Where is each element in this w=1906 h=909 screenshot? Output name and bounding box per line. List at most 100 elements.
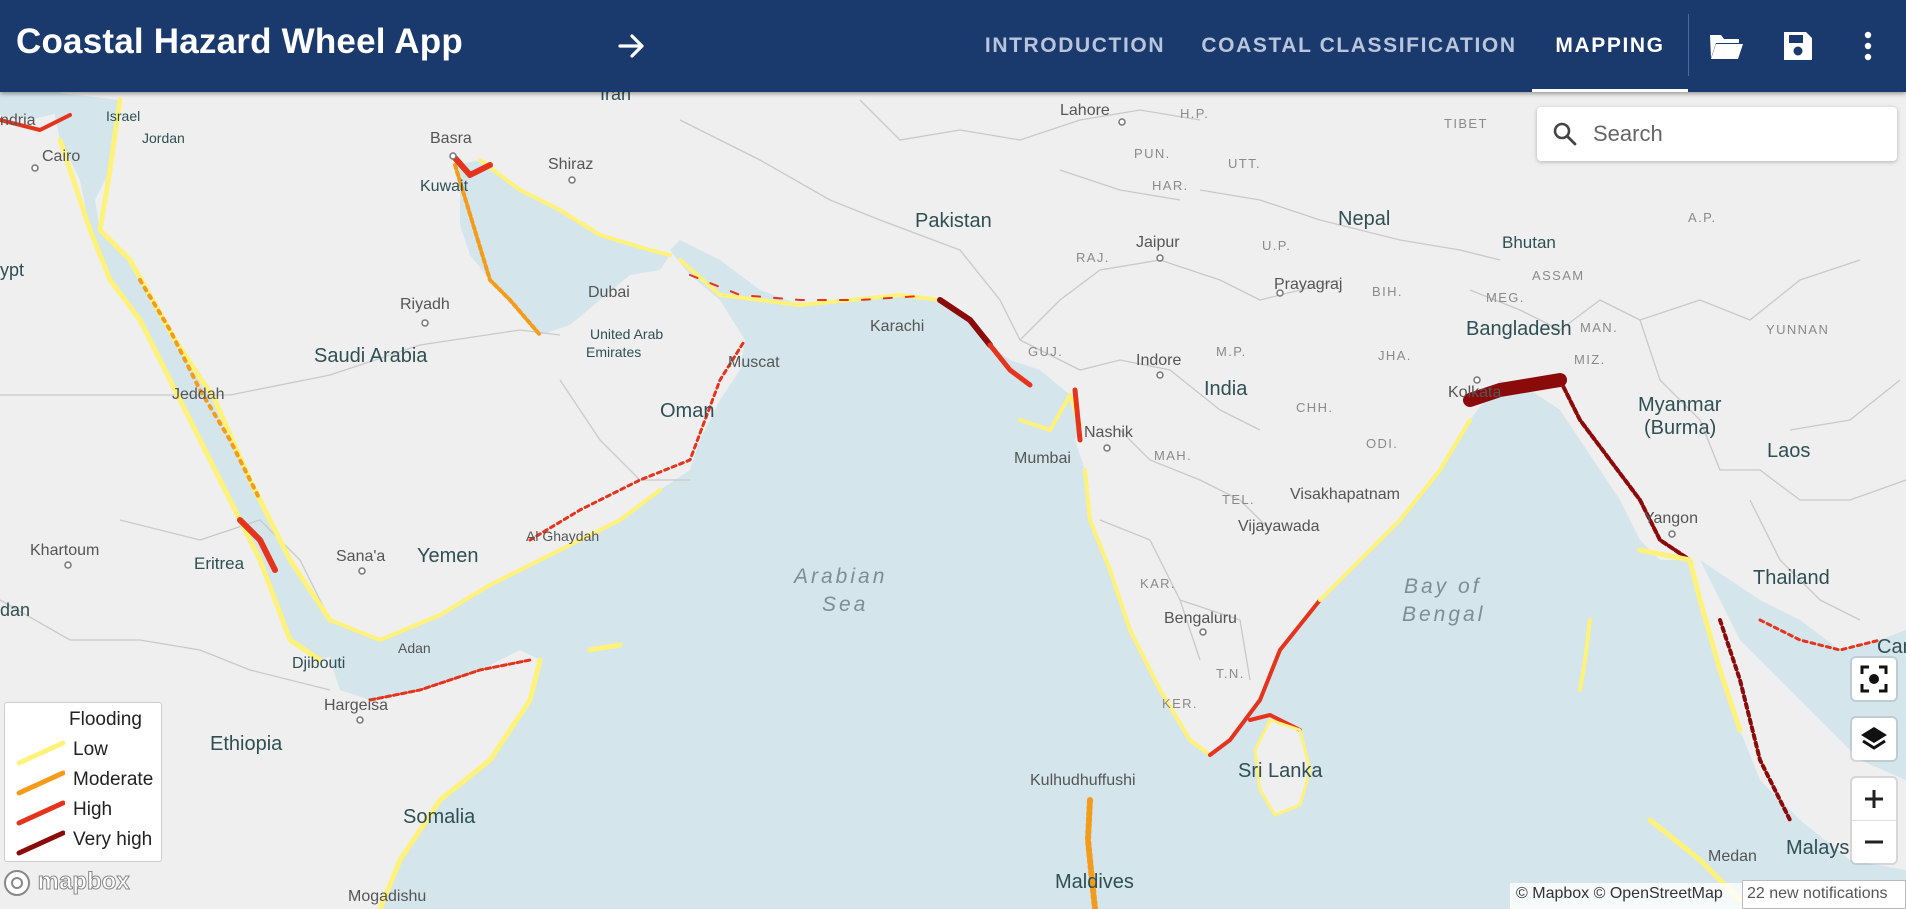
map-label-maldives: Maldives — [1055, 871, 1134, 893]
map-label-medan: Medan — [1708, 848, 1757, 865]
layers-control[interactable] — [1852, 718, 1896, 760]
map-region-guj: GUJ. — [1028, 344, 1064, 359]
map-region-mah: MAH. — [1154, 448, 1193, 463]
map-region-chh: CHH. — [1296, 400, 1334, 415]
map-label-somalia: Somalia — [403, 806, 476, 828]
map-label-jeddah: Jeddah — [172, 386, 225, 403]
map-label-dubai: Dubai — [588, 284, 630, 301]
map-label-bhutan: Bhutan — [1502, 233, 1556, 252]
zoom-out-icon[interactable] — [1852, 821, 1896, 863]
legend-swatch-moderate — [16, 770, 65, 796]
legend-label-very-high: Very high — [73, 829, 153, 850]
map-label-yemen: Yemen — [417, 545, 479, 567]
zoom-in-icon[interactable] — [1852, 778, 1896, 820]
map-label-arabian-sea-1: Arabian — [794, 565, 888, 588]
map-label-riyadh: Riyadh — [400, 296, 450, 313]
map-label-uae-1: United Arab — [590, 326, 664, 342]
map-label-pakistan: Pakistan — [915, 210, 992, 232]
legend-swatch-low — [16, 740, 65, 766]
legend-item-moderate: Moderate — [13, 767, 163, 797]
map-region-pun: PUN. — [1134, 146, 1171, 161]
app-title: Coastal Hazard Wheel App — [16, 22, 463, 61]
map-region-tel: TEL. — [1222, 492, 1256, 507]
mapbox-logo[interactable]: mapbox — [3, 868, 130, 897]
map-label-lahore: Lahore — [1060, 102, 1110, 119]
tab-mapping[interactable]: MAPPING — [1532, 0, 1688, 92]
map-label-arabian-sea-2: Sea — [822, 593, 869, 616]
legend-label-low: Low — [73, 739, 108, 760]
map-region-utt: UTT. — [1228, 156, 1262, 171]
map-label-burma: (Burma) — [1644, 417, 1717, 439]
map-region-bih: BIH. — [1372, 284, 1403, 299]
map-label-jordan: Jordan — [142, 130, 185, 146]
search-input[interactable] — [1591, 120, 1885, 148]
map-attribution[interactable]: © Mapbox © OpenStreetMap — [1510, 883, 1750, 909]
map-label-djibouti: Djibouti — [292, 655, 346, 672]
save-icon[interactable] — [1776, 24, 1820, 68]
map-label-ethiopia: Ethiopia — [210, 733, 283, 755]
layers-icon[interactable] — [1852, 718, 1896, 760]
map-label-saudi-arabia: Saudi Arabia — [314, 345, 428, 367]
map-label-vijayawada: Vijayawada — [1238, 518, 1320, 535]
map-label-alexandria: ndria — [0, 112, 36, 129]
map-label-israel: Israel — [106, 108, 141, 124]
legend-label-high: High — [73, 799, 113, 820]
map-label-adan: Adan — [398, 640, 431, 656]
map-label-uae-2: Emirates — [586, 344, 642, 360]
map-label-karachi: Karachi — [870, 318, 925, 335]
legend-title: Flooding — [69, 709, 142, 730]
folder-open-icon[interactable] — [1704, 24, 1748, 68]
map-label-oman: Oman — [660, 400, 715, 422]
map-region-tibet: TIBET — [1444, 116, 1488, 131]
zoom-control[interactable] — [1852, 778, 1896, 863]
map-region-up: U.P. — [1262, 238, 1292, 253]
fullscreen-control[interactable] — [1852, 658, 1896, 700]
more-vert-icon[interactable] — [1846, 24, 1890, 68]
mapbox-logo-text: mapbox — [37, 868, 130, 896]
map-label-mumbai: Mumbai — [1014, 450, 1071, 467]
arrow-right-icon[interactable] — [612, 26, 652, 66]
search-box[interactable] — [1537, 107, 1897, 161]
tab-introduction[interactable]: INTRODUCTION — [975, 0, 1175, 92]
app-bar: Coastal Hazard Wheel App INTRODUCTION CO… — [0, 0, 1906, 92]
map-label-bangladesh: Bangladesh — [1466, 318, 1572, 340]
map-label-visakhapatnam: Visakhapatnam — [1290, 486, 1400, 503]
tab-coastal-classification[interactable]: COASTAL CLASSIFICATION — [1200, 0, 1518, 92]
map-label-sri-lanka: Sri Lanka — [1238, 760, 1323, 782]
map-label-al-ghaydah: Al Ghaydah — [526, 528, 600, 544]
map-label-indore: Indore — [1136, 352, 1182, 369]
mapbox-logo-icon — [4, 869, 30, 896]
map-label-laos: Laos — [1767, 440, 1811, 462]
map-label-prayagraj: Prayagraj — [1274, 276, 1343, 293]
map-label-khartoum: Khartoum — [30, 542, 100, 559]
map-region-meg: MEG. — [1486, 290, 1525, 305]
map-label-muscat: Muscat — [728, 354, 780, 371]
map-region-odi: ODI. — [1366, 436, 1399, 451]
map-label-shiraz: Shiraz — [548, 156, 594, 173]
legend-item-high: High — [13, 797, 163, 827]
map-region-miz: MIZ. — [1574, 352, 1606, 367]
fullscreen-icon[interactable] — [1852, 658, 1896, 700]
map-region-kar: KAR. — [1140, 576, 1176, 591]
map-label-bay-of-bengal-1: Bay of — [1404, 575, 1482, 598]
legend-label-moderate: Moderate — [73, 769, 154, 790]
map-region-jha: JHA. — [1378, 348, 1412, 363]
map-region-har: HAR. — [1152, 178, 1189, 193]
map-region-yunnan: YUNNAN — [1766, 322, 1830, 337]
map-label-eritrea: Eritrea — [194, 554, 245, 573]
map-label-mogadishu: Mogadishu — [348, 888, 427, 905]
map-region-mp: M.P. — [1216, 344, 1247, 359]
legend-swatch-high — [16, 800, 65, 826]
notification-badge[interactable]: 22 new notifications — [1742, 880, 1906, 909]
map-label-sudan: dan — [0, 600, 31, 620]
map-label-hargeisa: Hargeisa — [324, 697, 389, 714]
map-canvas[interactable]: Pakistan Nepal Bhutan Bangladesh India M… — [0, 92, 1906, 909]
map-label-cairo: Cairo — [42, 148, 81, 165]
legend-swatch-very-high — [16, 830, 65, 856]
map-label-basra: Basra — [430, 130, 472, 147]
legend-item-low: Low — [13, 737, 163, 767]
map-label-kulhudhuffushi: Kulhudhuffushi — [1030, 772, 1136, 789]
map-label-kolkata: Kolkata — [1448, 384, 1502, 401]
map-label-bengaluru: Bengaluru — [1164, 610, 1237, 627]
map-label-egypt: ypt — [0, 260, 25, 280]
